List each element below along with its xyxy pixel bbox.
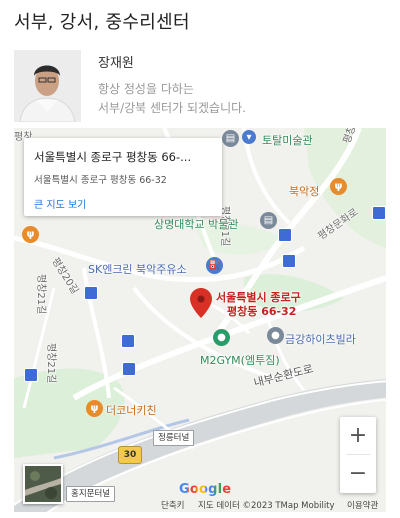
- bus-stop-icon-4[interactable]: [84, 286, 98, 300]
- bus-stop-icon-6[interactable]: [122, 362, 136, 376]
- profile-name: 장재원: [98, 56, 134, 71]
- street-label-pyeongchang21-b: 평창21길: [45, 343, 56, 384]
- profile-description-line1: 항상 정성을 다하는: [98, 82, 194, 96]
- google-logo: Google: [179, 482, 231, 497]
- restaurant-icon-corner[interactable]: ψ: [86, 400, 103, 417]
- marker-label-line2: 평창동 66-32: [227, 305, 297, 318]
- poi-label-sangmyung[interactable]: 상명대학교 박물관: [154, 216, 238, 232]
- poi-label-geumgang-villa[interactable]: 금강하이츠빌라: [285, 331, 356, 347]
- poi-label-corner-kitchen[interactable]: 더코너키친: [106, 402, 157, 418]
- map-attribution-bar: 단축키 지도 데이터 ©2023 TMap Mobility 이용약관: [14, 498, 386, 512]
- restaurant-icon-left[interactable]: ψ: [22, 226, 39, 243]
- gym-icon[interactable]: ●: [213, 329, 230, 346]
- bus-stop-icon-8[interactable]: [372, 206, 386, 220]
- keyboard-shortcuts-link[interactable]: 단축키: [161, 499, 184, 511]
- bus-stop-icon-5[interactable]: [121, 334, 135, 348]
- view-larger-map-link[interactable]: 큰 지도 보기: [34, 196, 86, 211]
- info-card-title: 서울특별시 종로구 평창동 66-...: [34, 150, 192, 164]
- street-label-pyeongchang21: 평창21길: [35, 274, 46, 315]
- terms-link[interactable]: 이용약관: [347, 499, 378, 511]
- bus-stop-icon-3[interactable]: [282, 254, 296, 268]
- route-shield-number: 30: [123, 450, 137, 460]
- bus-stop-icon-7[interactable]: [24, 368, 38, 382]
- tag-pin-icon[interactable]: ▾: [242, 130, 256, 144]
- tunnel-tag-jeongreung: 정릉터널: [153, 430, 195, 446]
- poi-label-bukakjeong[interactable]: 북악정: [289, 183, 319, 199]
- museum-icon-sangmyung[interactable]: ▤: [260, 212, 277, 229]
- bus-stop-icon-2[interactable]: [278, 228, 292, 242]
- zoom-in-button[interactable]: +: [340, 417, 376, 454]
- zoom-out-button[interactable]: −: [340, 455, 376, 492]
- marker-label-line1: 서울특별시 종로구: [216, 291, 301, 304]
- gas-station-icon[interactable]: ⛽: [206, 257, 223, 274]
- map-info-card: 서울특별시 종로구 평창동 66-... 서울특별시 종로구 평창동 66-32…: [24, 138, 222, 216]
- section-title: 서부, 강서, 중수리센터: [14, 12, 190, 33]
- info-card-subtitle: 서울특별시 종로구 평창동 66-32: [34, 175, 167, 186]
- pin-icon-villa[interactable]: ●: [267, 327, 284, 344]
- map-embed[interactable]: 평창 평창36길 평창31길 평창문화로 평창20길 평창21길 평창21길 ▤…: [14, 128, 386, 512]
- map-data-text: 지도 데이터 ©2023 TMap Mobility: [198, 501, 335, 511]
- avatar: [14, 50, 81, 122]
- poi-label-m2gym[interactable]: M2GYM(엠투짐): [200, 352, 280, 368]
- profile-description-line2: 서부/강북 센터가 되겠습니다.: [98, 101, 246, 115]
- poi-label-total-museum[interactable]: 토탈미술관: [262, 132, 313, 148]
- museum-icon[interactable]: ▤: [222, 130, 239, 147]
- google-logo-text: Google: [179, 482, 232, 497]
- route-shield-30: 30: [118, 446, 142, 464]
- restaurant-icon[interactable]: ψ: [330, 178, 347, 195]
- profile-card: 장재원 항상 정성을 다하는 서부/강북 센터가 되겠습니다.: [14, 50, 386, 122]
- zoom-controls: + −: [340, 417, 376, 493]
- location-marker-icon[interactable]: [190, 288, 212, 318]
- poi-label-sk-gas-station[interactable]: SK엔크린 북악주유소: [88, 261, 187, 277]
